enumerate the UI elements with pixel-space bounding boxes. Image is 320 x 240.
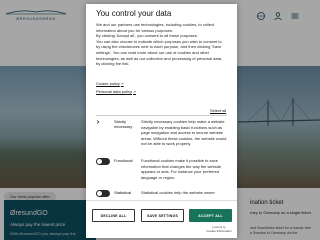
decline-all-button[interactable]: DECLINE ALL [92, 209, 135, 222]
statistical-toggle[interactable] [96, 190, 110, 197]
toggle-knob [97, 159, 102, 164]
category-description: Strictly necessary cookies help make a w… [141, 119, 227, 147]
cookie-consent-dialog: You control your data We and our partner… [86, 4, 237, 238]
category-name: Strictly necessary [114, 119, 133, 129]
cookie-policy-label: Cookie policy [96, 81, 120, 86]
select-all-link[interactable]: Select all [210, 108, 226, 113]
category-description: Functional cookies make it possible to s… [141, 158, 222, 180]
consent-intro-text: We and our partners use technologies, in… [96, 22, 223, 67]
external-link-icon: ↗ [120, 81, 124, 86]
chevron-right-icon[interactable] [96, 120, 100, 124]
category-statistical: Statistical Statistical cookies help the… [96, 190, 227, 200]
external-link-icon: ↗ [133, 89, 136, 94]
divider [96, 115, 227, 116]
dialog-title: You control your data [96, 9, 172, 18]
powered-by-name: Cookie Information [206, 229, 232, 233]
personal-data-policy-label: Personal data policy [96, 89, 133, 94]
powered-by-badge[interactable]: powered by Cookie Information [204, 226, 234, 233]
category-name: Statistical [114, 190, 132, 195]
dialog-footer: DECLINE ALL SAVE SETTINGS ACCEPT ALL pow… [86, 200, 237, 238]
save-settings-button[interactable]: SAVE SETTINGS [141, 209, 184, 222]
consent-scroll-area[interactable]: You control your data We and our partner… [86, 4, 237, 200]
category-functional: Functional Functional cookies make it po… [96, 158, 227, 188]
category-description: Statistical cookies help the website own… [141, 190, 215, 195]
functional-toggle[interactable] [96, 158, 110, 165]
cookie-policy-link[interactable]: Cookie policy ↗ [96, 81, 124, 86]
category-strictly-necessary: Strictly necessary Strictly necessary co… [96, 119, 227, 155]
personal-data-policy-link[interactable]: Personal data policy ↗ [96, 89, 136, 94]
toggle-knob [97, 191, 102, 196]
accept-all-button[interactable]: ACCEPT ALL [189, 209, 232, 222]
category-name: Functional [114, 158, 133, 163]
